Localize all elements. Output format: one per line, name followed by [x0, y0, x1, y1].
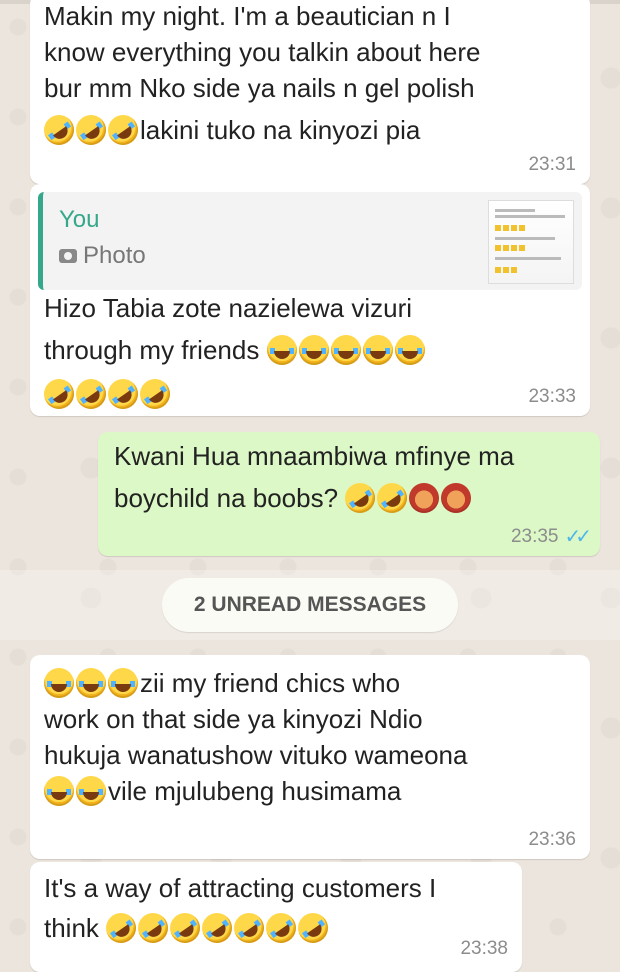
- tears-of-joy-emoji-icon: [362, 335, 393, 365]
- rolling-laughing-emoji-icon: [38, 373, 80, 415]
- tears-of-joy-emoji-icon: [44, 668, 74, 698]
- message-text-line: Kwani Hua mnaambiwa mfinye ma: [114, 441, 515, 471]
- message-text-line: boychild na boobs?: [114, 483, 339, 513]
- rolling-laughing-emoji-icon: [164, 907, 207, 949]
- rolling-laughing-emoji-icon: [102, 109, 144, 151]
- rolling-laughing-emoji-icon: [100, 907, 143, 949]
- message-text-line: zii my friend chics who: [140, 668, 401, 698]
- message-text-line: Hizo Tabia zote nazielewa vizuri: [44, 293, 413, 323]
- message-bubble-5[interactable]: It's a way of attracting customers I thi…: [30, 862, 522, 972]
- rolling-laughing-emoji-icon: [371, 477, 414, 519]
- message-bubble-1[interactable]: Makin my night. I'm a beautician n I kno…: [30, 0, 590, 184]
- tears-of-joy-emoji-icon: [266, 335, 297, 365]
- rolling-laughing-emoji-icon: [134, 373, 176, 415]
- message-text-line: vile mjulubeng husimama: [108, 776, 402, 806]
- tears-of-joy-emoji-icon: [298, 335, 329, 365]
- message-text-line: Makin my night. I'm a beautician n I: [44, 1, 451, 31]
- rolling-laughing-emoji-icon: [70, 373, 112, 415]
- message-text-line: lakini tuko na kinyozi pia: [140, 115, 421, 145]
- message-timestamp: 23:38: [460, 938, 508, 959]
- tears-of-joy-emoji-icon: [76, 668, 106, 698]
- rolling-laughing-emoji-icon: [339, 477, 382, 519]
- camera-icon: [59, 249, 77, 263]
- tears-of-joy-emoji-icon: [44, 776, 74, 806]
- message-bubble-3[interactable]: Kwani Hua mnaambiwa mfinye ma boychild n…: [98, 432, 600, 556]
- message-text-line: know everything you talkin about here: [44, 37, 481, 67]
- quoted-message[interactable]: You Photo: [38, 192, 582, 290]
- rolling-laughing-emoji-icon: [260, 907, 303, 949]
- rolling-laughing-emoji-icon: [70, 109, 112, 151]
- rolling-laughing-emoji-icon: [228, 907, 271, 949]
- message-text-line: work on that side ya kinyozi Ndio: [44, 704, 423, 734]
- message-text-line: bur mm Nko side ya nails n gel polish: [44, 73, 475, 103]
- quoted-sender-name: You: [59, 206, 100, 233]
- rolling-laughing-emoji-icon: [132, 907, 175, 949]
- quoted-type-label: Photo: [83, 242, 146, 269]
- rolling-laughing-emoji-icon: [102, 373, 144, 415]
- double-check-read-icon: ✓✓: [564, 526, 591, 548]
- message-timestamp: 23:35 ✓✓: [510, 526, 592, 548]
- person-gesturing-emoji-icon: [441, 483, 472, 513]
- quoted-media-type: Photo: [59, 238, 146, 274]
- message-text-line: It's a way of attracting customers I: [44, 873, 437, 903]
- message-timestamp: 23:31: [528, 154, 576, 175]
- unread-messages-divider: 2 UNREAD MESSAGES: [162, 578, 458, 632]
- message-text-line: think: [44, 913, 99, 943]
- message-text-line: through my friends: [44, 335, 260, 365]
- message-timestamp: 23:36: [528, 829, 576, 850]
- message-timestamp: 23:33: [528, 386, 576, 407]
- person-gesturing-emoji-icon: [409, 483, 440, 513]
- rolling-laughing-emoji-icon: [292, 907, 335, 949]
- tears-of-joy-emoji-icon: [394, 335, 425, 365]
- tears-of-joy-emoji-icon: [76, 776, 106, 806]
- message-bubble-4[interactable]: zii my friend chics who work on that sid…: [30, 655, 590, 859]
- tears-of-joy-emoji-icon: [330, 335, 361, 365]
- message-bubble-2[interactable]: You Photo Hizo Tabia zote nazielewa vizu…: [30, 184, 590, 416]
- photo-thumbnail[interactable]: [488, 200, 574, 284]
- rolling-laughing-emoji-icon: [196, 907, 239, 949]
- tears-of-joy-emoji-icon: [108, 668, 138, 698]
- message-text-line: hukuja wanatushow vituko wameona: [44, 740, 468, 770]
- rolling-laughing-emoji-icon: [38, 109, 80, 151]
